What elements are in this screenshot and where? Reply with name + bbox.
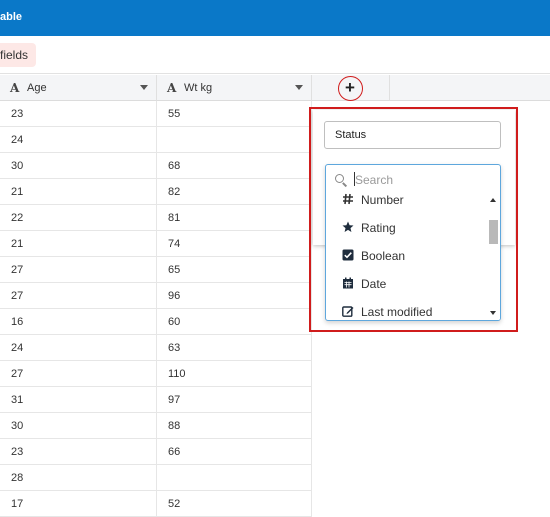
cell-wt-kg[interactable]: 88: [157, 413, 312, 439]
column-header-wt-kg[interactable]: A Wt kg: [157, 75, 312, 101]
column-header-label: Age: [27, 82, 47, 94]
highlight-box: [309, 107, 518, 332]
cell-age[interactable]: 28: [0, 465, 157, 491]
cell-wt-kg[interactable]: 55: [157, 101, 312, 127]
cell-age[interactable]: 24: [0, 127, 157, 153]
table-row[interactable]: 31 97: [0, 387, 312, 413]
cell-age[interactable]: 30: [0, 153, 157, 179]
cell-wt-kg[interactable]: 66: [157, 439, 312, 465]
cell-wt-kg[interactable]: 63: [157, 335, 312, 361]
table-row[interactable]: 22 81: [0, 205, 312, 231]
table-row[interactable]: 27 65: [0, 257, 312, 283]
cell-wt-kg[interactable]: 68: [157, 153, 312, 179]
table-row[interactable]: 21 74: [0, 231, 312, 257]
cell-wt-kg[interactable]: 110: [157, 361, 312, 387]
cell-age[interactable]: 21: [0, 179, 157, 205]
add-column-button[interactable]: +: [338, 76, 363, 101]
cell-age[interactable]: 31: [0, 387, 157, 413]
text-type-icon: A: [10, 81, 20, 95]
table-row[interactable]: 16 60: [0, 309, 312, 335]
cell-wt-kg[interactable]: 97: [157, 387, 312, 413]
table-row[interactable]: 30 68: [0, 153, 312, 179]
cell-age[interactable]: 27: [0, 361, 157, 387]
cell-age[interactable]: 27: [0, 257, 157, 283]
cell-wt-kg[interactable]: [157, 127, 312, 153]
add-column-header: +: [312, 75, 390, 101]
table-row[interactable]: 21 82: [0, 179, 312, 205]
cell-wt-kg[interactable]: 74: [157, 231, 312, 257]
cell-age[interactable]: 27: [0, 283, 157, 309]
toolbar: fields: [0, 36, 550, 74]
table-row[interactable]: 27 110: [0, 361, 312, 387]
table-row[interactable]: 23 66: [0, 439, 312, 465]
table-row[interactable]: 23 55: [0, 101, 312, 127]
header-filler: [390, 75, 550, 101]
cell-age[interactable]: 30: [0, 413, 157, 439]
column-header-age[interactable]: A Age: [0, 75, 157, 101]
app-title: able: [0, 11, 23, 23]
plus-icon: +: [345, 78, 355, 97]
table-row[interactable]: 24 63: [0, 335, 312, 361]
cell-wt-kg[interactable]: [157, 465, 312, 491]
cell-age[interactable]: 23: [0, 101, 157, 127]
table-row[interactable]: 28: [0, 465, 312, 491]
text-type-icon: A: [167, 81, 177, 95]
cell-age[interactable]: 16: [0, 309, 157, 335]
app-header: able: [0, 0, 550, 36]
chevron-down-icon[interactable]: [140, 85, 148, 90]
table-row[interactable]: 17 52: [0, 491, 312, 517]
table-row[interactable]: 24: [0, 127, 312, 153]
cell-wt-kg[interactable]: 52: [157, 491, 312, 517]
cell-age[interactable]: 22: [0, 205, 157, 231]
cell-wt-kg[interactable]: 81: [157, 205, 312, 231]
cell-age[interactable]: 17: [0, 491, 157, 517]
cell-age[interactable]: 21: [0, 231, 157, 257]
fields-button[interactable]: fields: [0, 43, 37, 67]
table-row[interactable]: 30 88: [0, 413, 312, 439]
cell-age[interactable]: 23: [0, 439, 157, 465]
cell-wt-kg[interactable]: 96: [157, 283, 312, 309]
cell-wt-kg[interactable]: 82: [157, 179, 312, 205]
cell-age[interactable]: 24: [0, 335, 157, 361]
table-row[interactable]: 27 96: [0, 283, 312, 309]
cell-wt-kg[interactable]: 60: [157, 309, 312, 335]
column-header-label: Wt kg: [184, 82, 213, 94]
cell-wt-kg[interactable]: 65: [157, 257, 312, 283]
chevron-down-icon[interactable]: [295, 85, 303, 90]
